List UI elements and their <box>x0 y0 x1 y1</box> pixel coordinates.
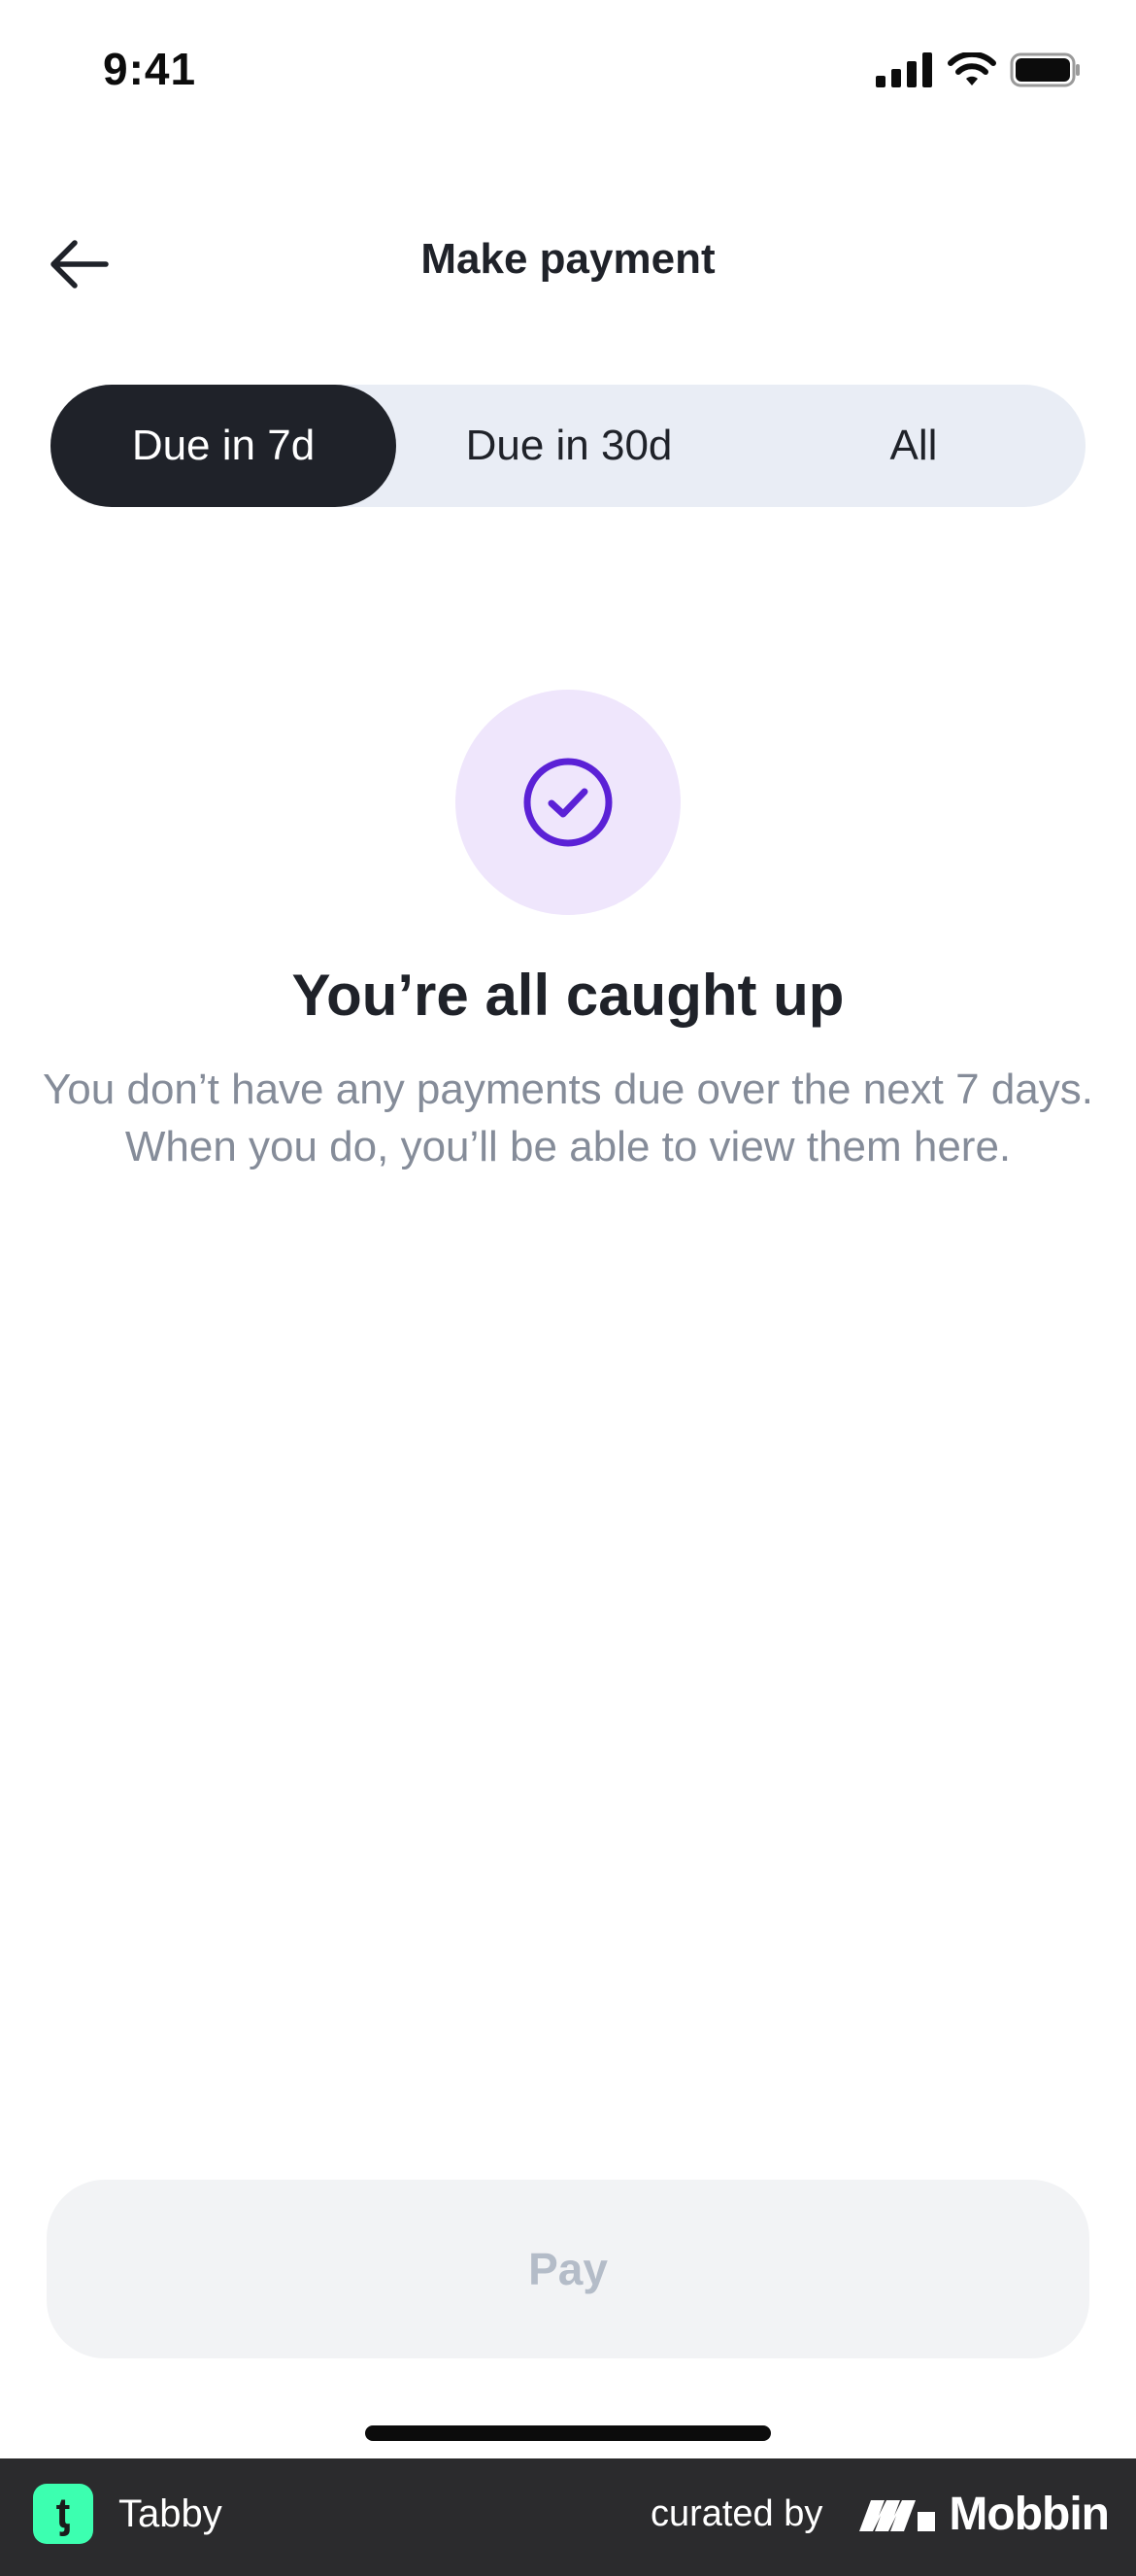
empty-state-description: You don’t have any payments due over the… <box>43 1066 1093 1170</box>
tab-all[interactable]: All <box>742 385 1086 507</box>
home-indicator <box>365 2425 771 2441</box>
footer-app: ƫ Tabby <box>33 2482 222 2546</box>
mobbin-brand: Mobbin <box>857 2488 1110 2541</box>
page-title: Make payment <box>420 235 716 283</box>
due-filter-tabs: Due in 7d Due in 30d All <box>50 385 1086 507</box>
battery-icon <box>1010 52 1080 87</box>
footer-brand-name: Mobbin <box>949 2488 1110 2540</box>
footer-curated-label: curated by <box>650 2492 823 2534</box>
empty-state-icon-circle <box>455 690 681 915</box>
cellular-signal-icon <box>876 52 932 87</box>
status-bar: 9:41 <box>0 0 1136 146</box>
wifi-icon <box>948 52 996 85</box>
tab-due-7d[interactable]: Due in 7d <box>50 385 396 507</box>
tabby-logo-icon: ƫ <box>33 2484 93 2544</box>
status-time: 9:41 <box>103 44 197 94</box>
mobbin-logo-icon <box>859 2500 936 2531</box>
status-icons <box>876 51 1082 89</box>
footer-bar: ƫ Tabby curated by Mobbin <box>0 2458 1136 2576</box>
pay-button[interactable]: Pay <box>47 2180 1089 2358</box>
empty-state-title: You’re all caught up <box>291 963 845 1028</box>
check-circle-icon <box>523 758 613 847</box>
footer-credit: curated by Mobbin <box>650 2482 1110 2546</box>
tab-due-30d[interactable]: Due in 30d <box>396 385 742 507</box>
footer-app-name: Tabby <box>118 2491 222 2535</box>
header: Make payment <box>0 214 1136 311</box>
